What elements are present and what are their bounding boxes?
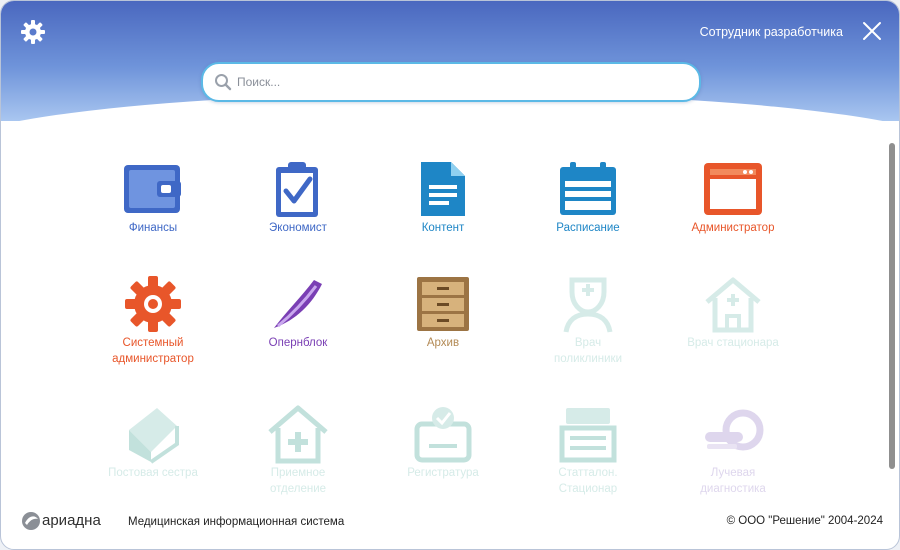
module-label: Расписание [556, 222, 620, 234]
copyright: © ООО "Решение" 2004-2024 [726, 515, 883, 527]
module-label: Врач стационара [687, 337, 779, 349]
cabinet-icon [417, 277, 469, 331]
module-radiology[interactable]: Лучевая диагностика [663, 404, 803, 497]
module-label: Постовая сестра [108, 467, 198, 479]
module-content[interactable]: Контент [373, 159, 513, 236]
module-label: Приемное отделение [269, 467, 327, 495]
module-label: Экономист [269, 222, 327, 234]
module-label: Контент [421, 222, 465, 234]
calendar-icon [560, 162, 616, 215]
user-name: Сотрудник разработчика [699, 25, 843, 39]
gear-icon [21, 20, 45, 44]
system-name: Медицинская информационная система [128, 516, 345, 528]
module-schedule[interactable]: Расписание [518, 159, 658, 236]
module-administrator[interactable]: Администратор [663, 159, 803, 236]
module-stattalon[interactable]: Статталон. Стационар [518, 404, 658, 497]
module-registry[interactable]: Регистратура [373, 404, 513, 481]
wallet-icon [124, 165, 181, 213]
logo-text: ариадна [42, 512, 101, 529]
scrollbar-thumb[interactable] [889, 143, 895, 469]
module-label: Статталон. Стационар [558, 467, 618, 495]
module-label: Врач поликлиники [553, 337, 623, 365]
scalpel-icon [274, 280, 322, 328]
settings-button[interactable] [19, 18, 47, 46]
search-input[interactable] [237, 71, 677, 93]
mri-scanner-icon [705, 409, 764, 451]
module-label: Финансы [128, 222, 178, 234]
module-label: Архив [426, 337, 460, 349]
module-polyclinic-doctor[interactable]: Врач поликлиники [518, 274, 658, 367]
cog-icon [125, 276, 181, 332]
clipboard-check-icon [276, 162, 318, 217]
close-icon [863, 22, 881, 40]
module-hospital-doctor[interactable]: Врач стационара [663, 274, 803, 351]
nurse-icon [563, 277, 613, 333]
module-label: Регистратура [407, 467, 479, 479]
search-box[interactable] [201, 62, 701, 102]
app-window: Сотрудник разработчика Финансы [0, 0, 900, 550]
module-label: Лучевая диагностика [700, 467, 766, 495]
document-icon [421, 162, 465, 216]
module-operblock[interactable]: Опернблок [228, 274, 368, 351]
module-archive[interactable]: Архив [373, 274, 513, 351]
registry-icon [414, 407, 472, 463]
tray-icon [559, 408, 617, 463]
module-label: Администратор [691, 222, 775, 234]
browser-window-icon [704, 163, 762, 215]
module-system-administrator[interactable]: Системный администратор [83, 274, 223, 367]
module-economist[interactable]: Экономист [228, 159, 368, 236]
house-plus-icon [268, 405, 328, 464]
header [1, 1, 899, 213]
close-button[interactable] [861, 20, 883, 42]
module-label: Системный администратор [112, 337, 194, 365]
module-finance[interactable]: Финансы [83, 159, 223, 236]
module-admission[interactable]: Приемное отделение [228, 404, 368, 497]
module-ward-nurse[interactable]: Постовая сестра [83, 404, 223, 481]
hospital-home-icon [705, 277, 761, 333]
search-icon [215, 74, 232, 91]
bed-icon [129, 408, 179, 464]
module-label: Опернблок [268, 337, 328, 349]
